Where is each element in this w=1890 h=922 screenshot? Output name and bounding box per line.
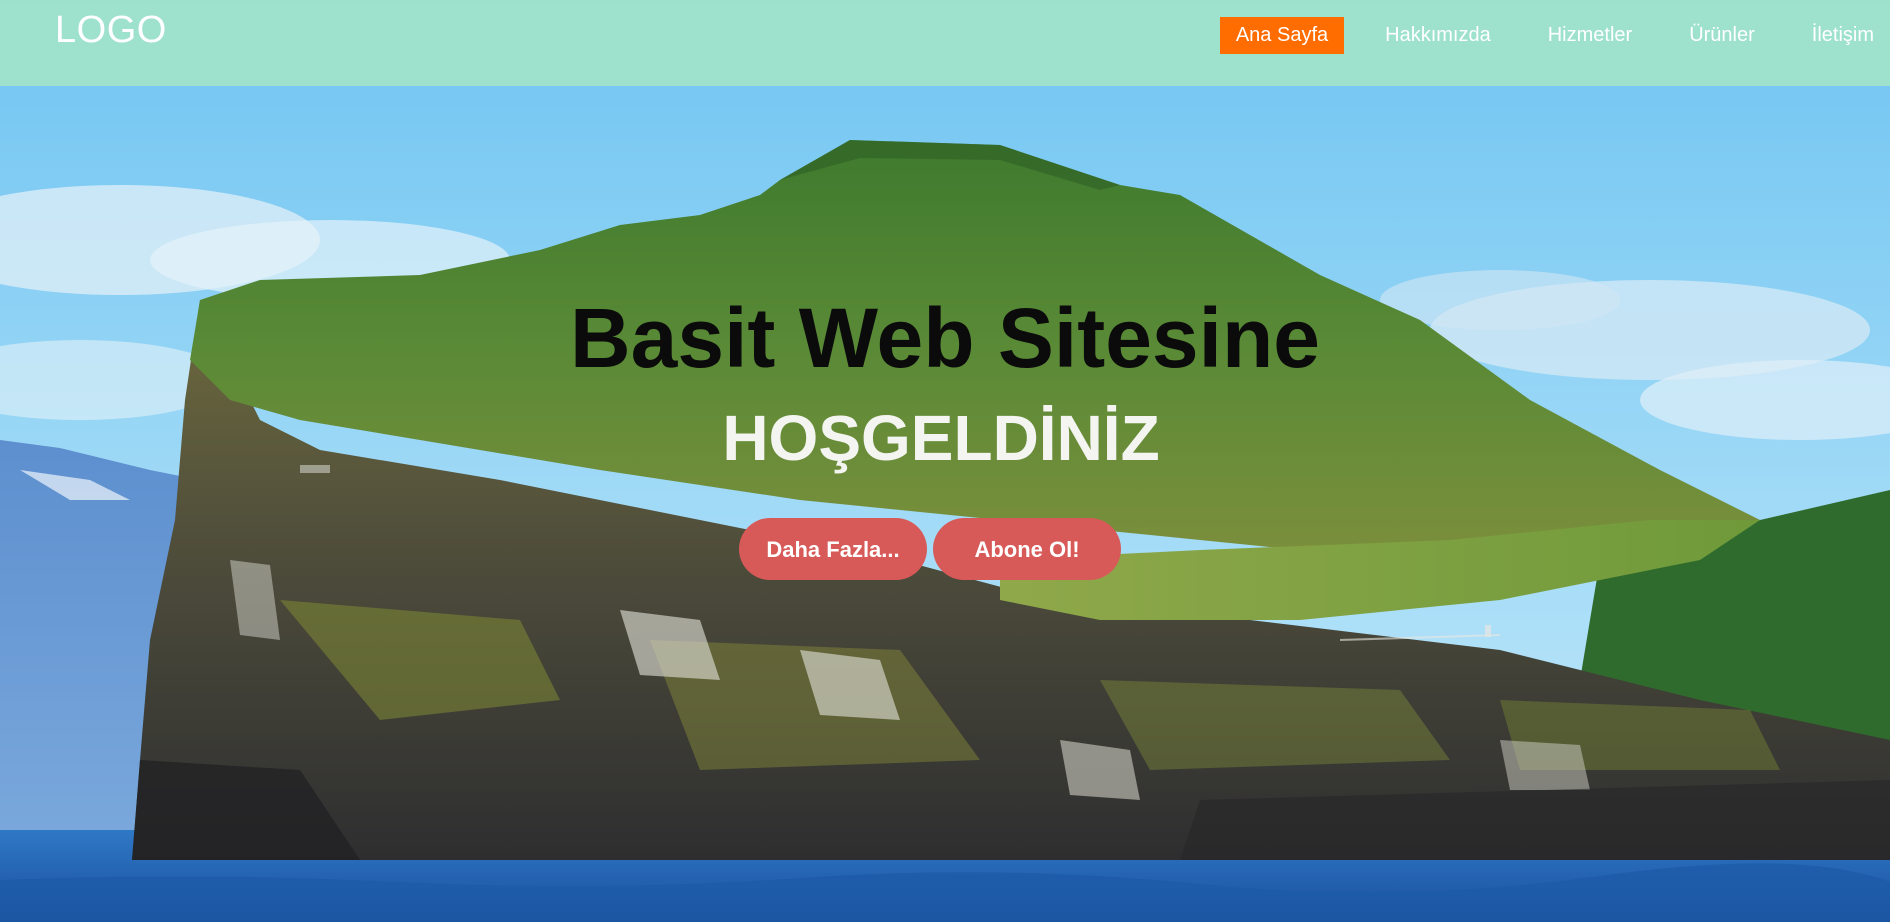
- hero-title: Basit Web Sitesine: [569, 291, 1320, 385]
- nav-menu: Ana Sayfa Hakkımızda Hizmetler Ürünler İ…: [1195, 17, 1890, 54]
- hero-subtitle: HOŞGELDİNİZ: [722, 402, 1160, 474]
- nav-item-hizmetler[interactable]: Hizmetler: [1532, 17, 1648, 54]
- top-navbar: LOGO Ana Sayfa Hakkımızda Hizmetler Ürün…: [0, 0, 1890, 86]
- logo[interactable]: LOGO: [55, 8, 167, 52]
- nav-item-iletisim[interactable]: İletişim: [1796, 17, 1890, 54]
- nav-item-urunler[interactable]: Ürünler: [1673, 17, 1771, 54]
- nav-item-ana-sayfa[interactable]: Ana Sayfa: [1219, 17, 1345, 54]
- nav-item-hakkimizda[interactable]: Hakkımızda: [1369, 17, 1507, 54]
- subscribe-button[interactable]: Abone Ol!: [933, 518, 1121, 580]
- more-button[interactable]: Daha Fazla...: [739, 518, 927, 580]
- hero-cta-group: Daha Fazla... Abone Ol!: [739, 518, 1127, 580]
